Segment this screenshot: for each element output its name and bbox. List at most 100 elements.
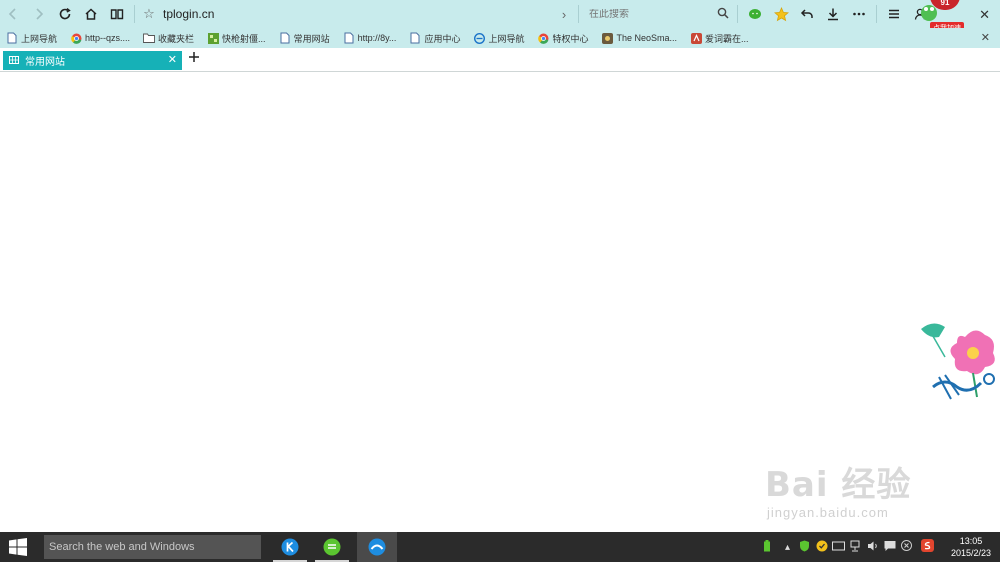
- search-icon[interactable]: [713, 7, 733, 22]
- back-arrow-icon: [8, 8, 16, 20]
- watermark-main: Bai 经验: [765, 465, 912, 505]
- page-content: Bai 经验 jingyan.baidu.com: [0, 72, 1000, 532]
- toolbar-divider: [876, 5, 877, 23]
- wechat-button[interactable]: [742, 0, 768, 28]
- network-icon[interactable]: [847, 540, 864, 555]
- green-app-icon: [323, 538, 341, 556]
- bookmark-item[interactable]: 应用中心: [409, 32, 460, 45]
- url-text[interactable]: tplogin.cn: [159, 7, 554, 21]
- more-button[interactable]: [846, 0, 872, 28]
- browser-app-icon: [368, 538, 386, 556]
- bookmark-label: 爱词霸在...: [705, 33, 749, 44]
- watermark: Bai 经验 jingyan.baidu.com: [765, 457, 975, 527]
- download-button[interactable]: [820, 0, 846, 28]
- decoration-flower-icon: [921, 323, 995, 400]
- dictionary-icon: [690, 32, 702, 44]
- bookmark-item[interactable]: The NeoSma...: [601, 32, 677, 44]
- star-icon: [773, 6, 789, 21]
- notification-icon[interactable]: [881, 540, 898, 555]
- toolbar-divider: [578, 5, 579, 23]
- menu-button[interactable]: [881, 0, 907, 28]
- bookmark-label: 上网导航: [488, 33, 525, 44]
- watermark-url: jingyan.baidu.com: [767, 505, 889, 520]
- page-icon: [6, 32, 18, 44]
- chrome-icon: [70, 32, 82, 44]
- search-input[interactable]: [589, 8, 713, 20]
- shield-icon[interactable]: [796, 540, 813, 555]
- wechat-icon: [749, 9, 761, 19]
- bookmark-item[interactable]: 收藏夹栏: [143, 32, 194, 45]
- tab-strip: 常用网站 ✕: [0, 48, 1000, 72]
- bookmark-label: http--qzs....: [85, 33, 131, 43]
- forward-button[interactable]: [26, 0, 52, 28]
- bookmark-item[interactable]: 快枪射僵...: [207, 32, 266, 45]
- home-icon: [85, 8, 97, 20]
- close-icon[interactable]: ✕: [979, 7, 990, 23]
- windows-logo-icon: [9, 538, 27, 556]
- search-box[interactable]: [583, 0, 733, 28]
- page-icon: [279, 32, 291, 44]
- book-icon: [110, 9, 124, 20]
- reading-mode-button[interactable]: [104, 0, 130, 28]
- taskbar-search[interactable]: Search the web and Windows: [44, 535, 261, 559]
- show-hidden-icons-icon[interactable]: ▴: [779, 542, 796, 553]
- close-circle-icon[interactable]: [898, 540, 915, 554]
- bookmark-item[interactable]: 上网导航: [473, 32, 524, 45]
- hamburger-icon: [889, 9, 899, 19]
- browser-toolbar: ☆ tplogin.cn › 在此搜索 91 ✕: [0, 0, 1000, 34]
- address-bar[interactable]: ☆ tplogin.cn ›: [139, 0, 574, 28]
- bookmark-label: The NeoSma...: [616, 33, 678, 43]
- bookmark-label: 上网导航: [21, 33, 58, 44]
- app-icon: [601, 32, 613, 44]
- tab-common-sites[interactable]: 常用网站 ✕: [3, 51, 182, 70]
- bookmark-item[interactable]: http://8y...: [343, 32, 397, 44]
- page-icon: [343, 32, 355, 44]
- favorite-outline-icon[interactable]: ☆: [139, 6, 159, 22]
- new-tab-button[interactable]: [188, 50, 200, 67]
- bookmark-label: 常用网站: [293, 33, 330, 44]
- taskbar-app-k[interactable]: [273, 532, 307, 562]
- clock-time: 13:05: [959, 536, 983, 546]
- volume-icon[interactable]: [864, 540, 881, 555]
- bookmark-label: http://8y...: [357, 33, 397, 43]
- reload-icon: [59, 7, 71, 20]
- toolbar-divider: [737, 5, 738, 23]
- chevron-right-icon[interactable]: ›: [554, 7, 574, 22]
- input-method-icon[interactable]: [919, 539, 936, 555]
- start-button[interactable]: [0, 532, 36, 562]
- system-tray: ▴ 13:05 2015/2/23: [758, 532, 1000, 562]
- bookmark-item[interactable]: 常用网站: [279, 32, 330, 45]
- security-app-icon[interactable]: [813, 540, 830, 555]
- tab-label: 常用网站: [25, 57, 65, 68]
- back-button[interactable]: [0, 0, 26, 28]
- clock[interactable]: 13:05 2015/2/23: [942, 535, 1000, 559]
- bookmark-item[interactable]: 特权中心: [537, 32, 588, 45]
- undo-close-button[interactable]: [794, 0, 820, 28]
- undo-icon: [800, 9, 813, 18]
- page-icon: [409, 32, 421, 44]
- taskbar-app-green[interactable]: [315, 532, 349, 562]
- favorites-button[interactable]: [768, 0, 794, 28]
- download-icon: [828, 8, 838, 21]
- taskbar: Search the web and Windows ▴ 13:05 2015/…: [0, 532, 1000, 562]
- k-app-icon: [281, 538, 299, 556]
- keyboard-icon[interactable]: [830, 541, 847, 554]
- bookmark-label: 收藏夹栏: [158, 33, 195, 44]
- taskbar-app-browser[interactable]: [357, 532, 397, 562]
- screen: ☆ tplogin.cn › 在此搜索 91 ✕ 上网导航 http--qzs.…: [0, 0, 1000, 562]
- chrome-icon: [537, 32, 549, 44]
- bookmark-label: 特权中心: [552, 33, 589, 44]
- bookmarks-bar: 上网导航 http--qzs.... 收藏夹栏 快枪射僵... 常用网站 htt…: [0, 28, 1000, 48]
- bookmark-label: 快枪射僵...: [222, 33, 266, 44]
- battery-icon[interactable]: [758, 539, 775, 555]
- bookmark-item[interactable]: http--qzs....: [70, 32, 130, 44]
- clock-date: 2015/2/23: [950, 548, 992, 558]
- bookmark-item[interactable]: 爱词霸在...: [690, 32, 749, 45]
- reload-button[interactable]: [52, 0, 78, 28]
- bookmark-item[interactable]: 上网导航: [6, 32, 57, 45]
- home-button[interactable]: [78, 0, 104, 28]
- close-icon[interactable]: ✕: [981, 31, 990, 44]
- game-icon: [207, 32, 219, 44]
- close-icon[interactable]: ✕: [168, 53, 177, 66]
- ie-icon: [473, 32, 485, 44]
